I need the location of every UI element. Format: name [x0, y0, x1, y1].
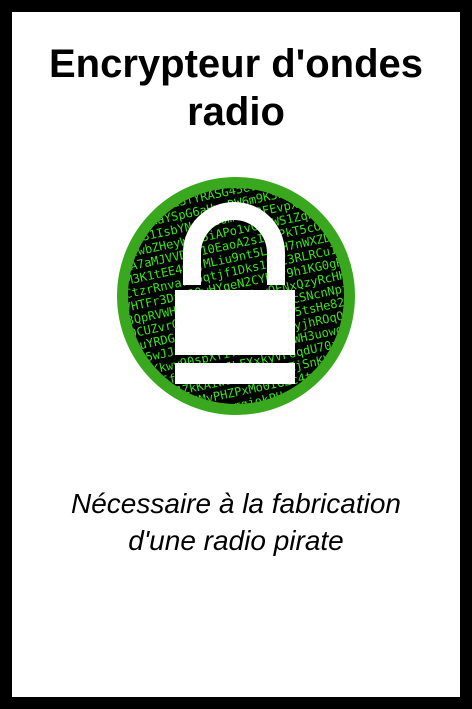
padlock-icon: j98w12 rNrvL9mkN5d3fYRASG45e9185jgzHaYSp… [117, 177, 355, 415]
card-caption-line-1: Nécessaire à la fabrication [71, 488, 401, 519]
lock-body [175, 290, 295, 355]
card-caption-line-2: d'une radio pirate [128, 525, 344, 556]
card: Encrypteur d'ondes radio j98w12 rNrvL9mk… [12, 12, 460, 697]
card-title-line-1: Encrypteur d'ondes [48, 42, 424, 86]
card-caption: Nécessaire à la fabrication d'une radio … [12, 485, 460, 559]
lock-body-band [175, 363, 295, 384]
card-title: Encrypteur d'ondes radio [12, 40, 460, 136]
card-title-line-2: radio [187, 90, 285, 134]
